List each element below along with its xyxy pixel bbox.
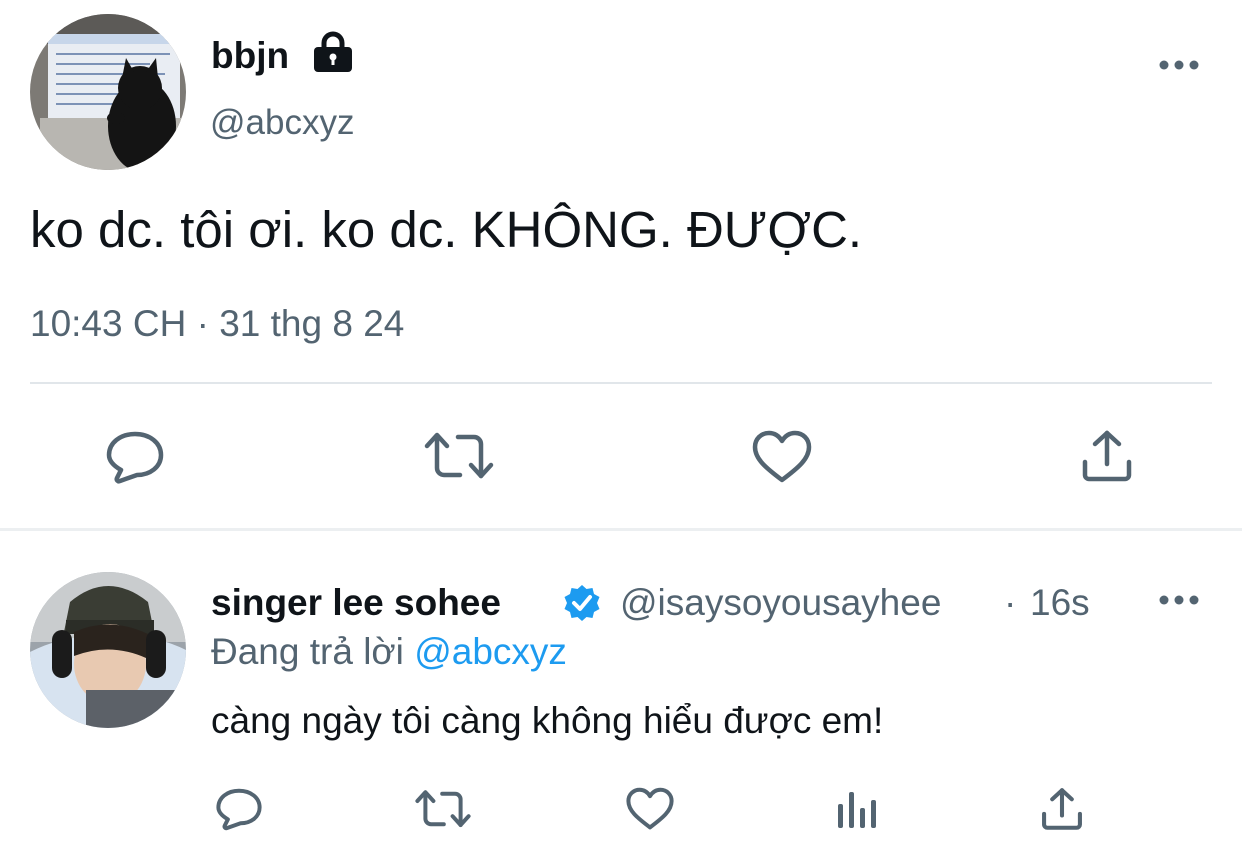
display-name[interactable]: bbjn — [211, 34, 289, 78]
tweet-timestamp[interactable]: 10:43 CH · 31 thg 8 24 — [30, 302, 404, 346]
more-horizontal-icon[interactable] — [1158, 56, 1200, 74]
lock-icon — [313, 31, 353, 73]
share-icon[interactable] — [1040, 786, 1084, 832]
reply-icon[interactable] — [106, 430, 164, 484]
replying-to: Đang trả lời @abcxyz — [211, 630, 567, 674]
like-icon[interactable] — [752, 430, 812, 484]
share-icon[interactable] — [1080, 428, 1134, 484]
tweet-text: càng ngày tôi càng không hiểu được em! — [211, 700, 884, 741]
section-divider — [0, 528, 1242, 531]
avatar[interactable] — [30, 14, 186, 170]
divider — [30, 382, 1212, 384]
tweet-time[interactable]: 16s — [1030, 581, 1090, 625]
avatar[interactable] — [30, 572, 186, 728]
verified-badge-icon — [562, 583, 602, 623]
retweet-icon[interactable] — [415, 788, 471, 830]
more-horizontal-icon[interactable] — [1158, 591, 1200, 609]
retweet-icon[interactable] — [424, 430, 494, 482]
replying-to-handle[interactable]: @abcxyz — [414, 631, 567, 672]
like-icon[interactable] — [626, 787, 674, 831]
replying-to-label: Đang trả lời — [211, 631, 404, 672]
analytics-icon[interactable] — [836, 788, 878, 830]
separator: · — [1004, 582, 1017, 623]
user-handle[interactable]: @isaysoyousayhee — [620, 581, 941, 625]
reply-icon[interactable] — [216, 787, 262, 831]
display-name[interactable]: singer lee sohee — [211, 581, 501, 625]
user-handle[interactable]: @abcxyz — [210, 102, 354, 144]
tweet-text: ko dc. tôi ơi. ko dc. KHÔNG. ĐƯỢC. — [30, 201, 863, 258]
